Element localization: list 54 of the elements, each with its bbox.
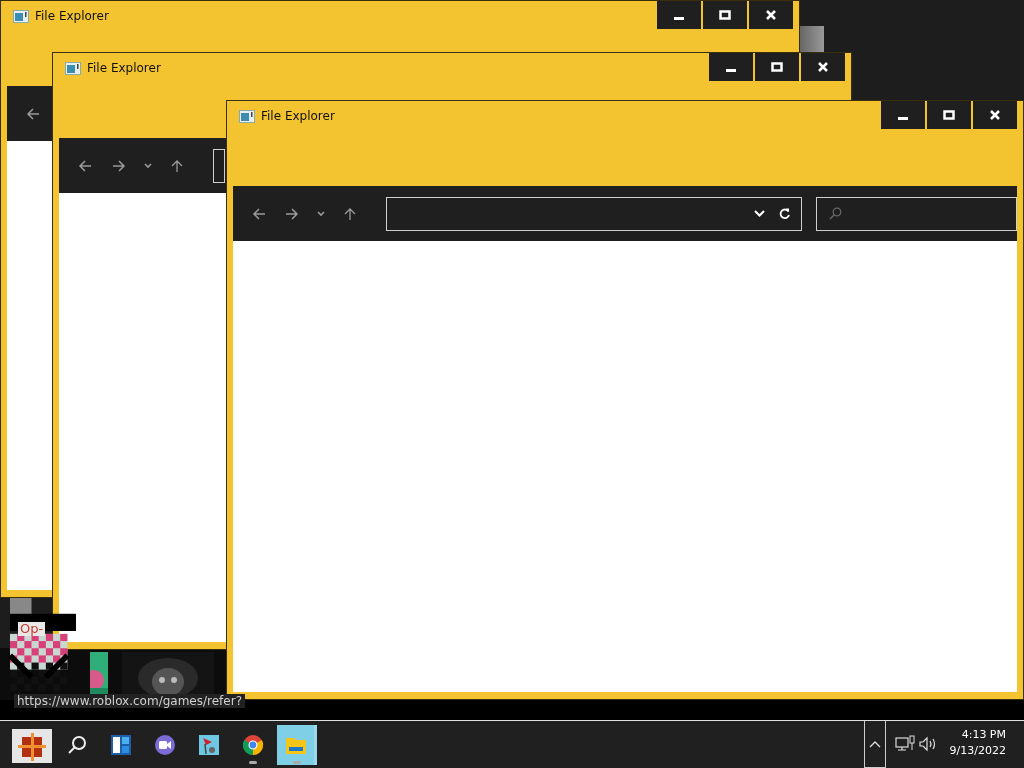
search-icon (829, 207, 843, 220)
maximize-button[interactable] (927, 101, 971, 129)
maximize-icon (719, 10, 731, 20)
hidden-icons-button[interactable] (864, 721, 886, 768)
window-title: File Explorer (261, 109, 335, 123)
network-icon[interactable] (895, 735, 915, 753)
arrow-right-icon (285, 206, 300, 221)
arrow-left-icon (26, 106, 40, 121)
page-label: Op- (18, 622, 46, 636)
volume-icon[interactable] (918, 735, 938, 753)
close-icon (989, 110, 1001, 120)
window-title: File Explorer (35, 9, 109, 23)
minimize-icon (898, 117, 908, 120)
window-edge (800, 26, 824, 52)
search-icon (68, 736, 86, 754)
close-button[interactable] (973, 101, 1017, 129)
maximize-button[interactable] (755, 53, 799, 81)
app-icon (199, 735, 219, 755)
close-button[interactable] (801, 53, 845, 81)
minimize-button[interactable] (881, 101, 925, 129)
close-icon (817, 62, 829, 72)
refresh-icon (779, 207, 792, 220)
arrow-up-icon (170, 158, 184, 173)
app-icon (13, 9, 29, 23)
maximize-button[interactable] (703, 1, 747, 29)
arrow-left-icon (78, 158, 92, 173)
chevron-down-icon (144, 162, 152, 169)
folder-icon (285, 738, 306, 754)
window-title: File Explorer (87, 61, 161, 75)
video-chat-icon (155, 735, 175, 755)
start-icon[interactable] (12, 729, 52, 763)
chevron-down-icon (317, 210, 326, 217)
app-icon (65, 61, 81, 75)
minimize-button[interactable] (709, 53, 753, 81)
link-preview: https://www.roblox.com/games/refer? (14, 694, 245, 708)
address-field[interactable] (213, 148, 225, 183)
minimize-button[interactable] (657, 1, 701, 29)
app-icon (239, 109, 255, 123)
maximize-icon (943, 110, 955, 120)
widgets-icon (111, 735, 131, 755)
search-field[interactable] (816, 196, 1017, 231)
clock-button[interactable]: 4:13 PM 9/13/2022 (944, 727, 1006, 759)
close-button[interactable] (749, 1, 793, 29)
chrome-icon (242, 735, 264, 755)
minimize-icon (726, 69, 736, 72)
close-icon (765, 10, 777, 20)
arrow-up-icon (342, 206, 357, 221)
minimize-icon (674, 17, 684, 20)
arrow-right-icon (112, 158, 126, 173)
address-field[interactable] (385, 196, 803, 231)
arrow-left-icon (251, 206, 266, 221)
chevron-up-icon (869, 740, 881, 748)
chevron-down-icon (754, 210, 766, 217)
maximize-icon (771, 62, 783, 72)
